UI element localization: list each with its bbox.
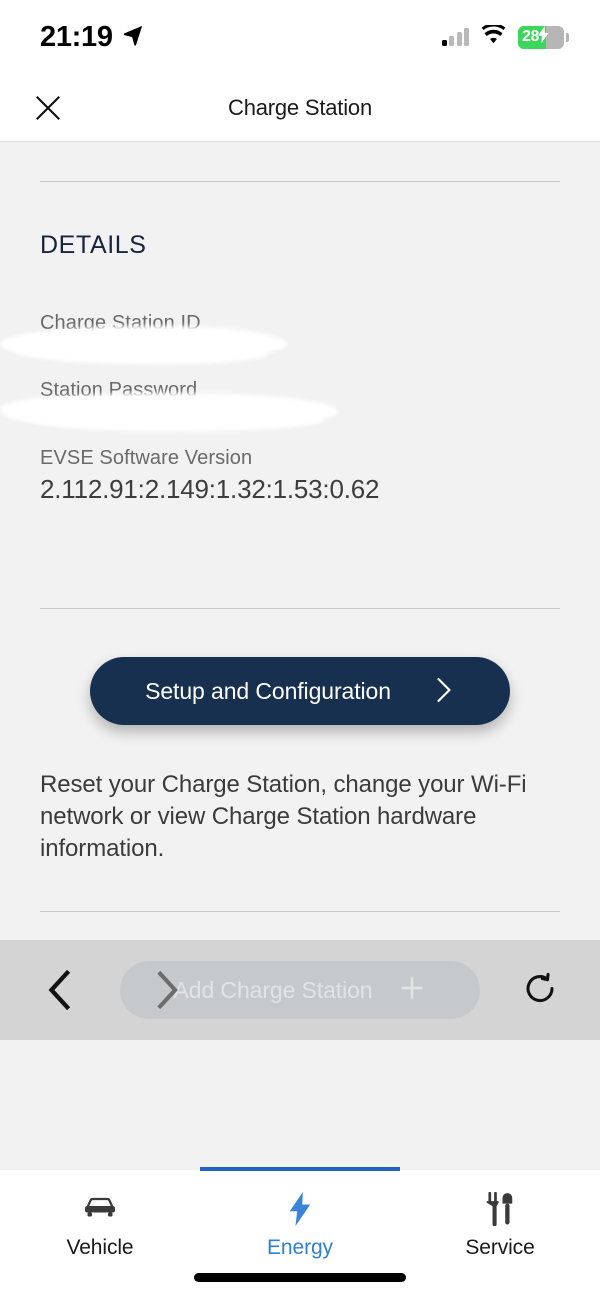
status-bar-right: 28: [441, 22, 569, 50]
wrench-screwdriver-icon: [485, 1192, 515, 1226]
chevron-right-icon[interactable]: [154, 971, 180, 1009]
cta-wrapper: Setup and Configuration: [0, 609, 600, 725]
status-time: 21:19: [40, 20, 113, 53]
redaction-mark: [0, 397, 130, 423]
redaction-mark: [0, 332, 120, 356]
lightning-bolt-icon: [288, 1192, 312, 1226]
tab-vehicle[interactable]: Vehicle: [0, 1170, 200, 1300]
cellular-signal-icon: [441, 28, 469, 46]
home-indicator: [194, 1273, 406, 1282]
divider-after-help: [40, 911, 560, 912]
setup-and-configuration-button[interactable]: Setup and Configuration: [90, 657, 510, 725]
battery-percent: 28: [522, 28, 539, 45]
car-icon: [83, 1192, 117, 1226]
status-bar: 21:19 28: [0, 0, 600, 74]
battery-charging-icon: 28: [518, 25, 569, 49]
plus-icon[interactable]: [398, 974, 426, 1007]
tab-service[interactable]: Service: [400, 1170, 600, 1300]
field-label: EVSE Software Version: [40, 447, 253, 469]
app-screen: 21:19 28 Charge Station DETAILS Charge S…: [0, 0, 600, 1300]
help-text: Reset your Charge Station, change your W…: [40, 771, 527, 862]
location-arrow-icon: [122, 24, 144, 51]
bottom-tab-bar: Vehicle Energy Service: [0, 1167, 600, 1300]
field-charge-station-id: Charge Station ID: [0, 312, 600, 364]
field-value: 2.112.91:2.149:1.32:1.53:0.62: [40, 474, 380, 504]
section-title-details: DETAILS: [40, 231, 147, 259]
tab-label: Energy: [267, 1236, 333, 1259]
cta-label: Setup and Configuration: [145, 677, 391, 704]
browser-overlay-toolbar: Add Charge Station: [0, 940, 600, 1040]
add-charge-station-button[interactable]: Add Charge Station: [120, 961, 480, 1019]
status-bar-left: 21:19: [40, 21, 144, 54]
chevron-left-icon[interactable]: [32, 962, 88, 1018]
close-icon[interactable]: [28, 88, 68, 128]
tab-label: Service: [465, 1236, 535, 1259]
wifi-icon: [480, 22, 507, 50]
nav-header: Charge Station: [0, 74, 600, 142]
chevron-right-icon: [433, 677, 455, 706]
reload-icon[interactable]: [512, 962, 568, 1018]
add-charge-station-label: Add Charge Station: [173, 976, 373, 1003]
field-evse-software-version: EVSE Software Version 2.112.91:2.149:1.3…: [0, 447, 600, 508]
details-content: DETAILS Charge Station ID Station Passwo…: [0, 142, 600, 1170]
tab-label: Vehicle: [66, 1236, 134, 1259]
field-station-password: Station Password: [0, 379, 600, 431]
page-title: Charge Station: [228, 94, 372, 120]
charging-bolt-icon: [538, 26, 549, 48]
